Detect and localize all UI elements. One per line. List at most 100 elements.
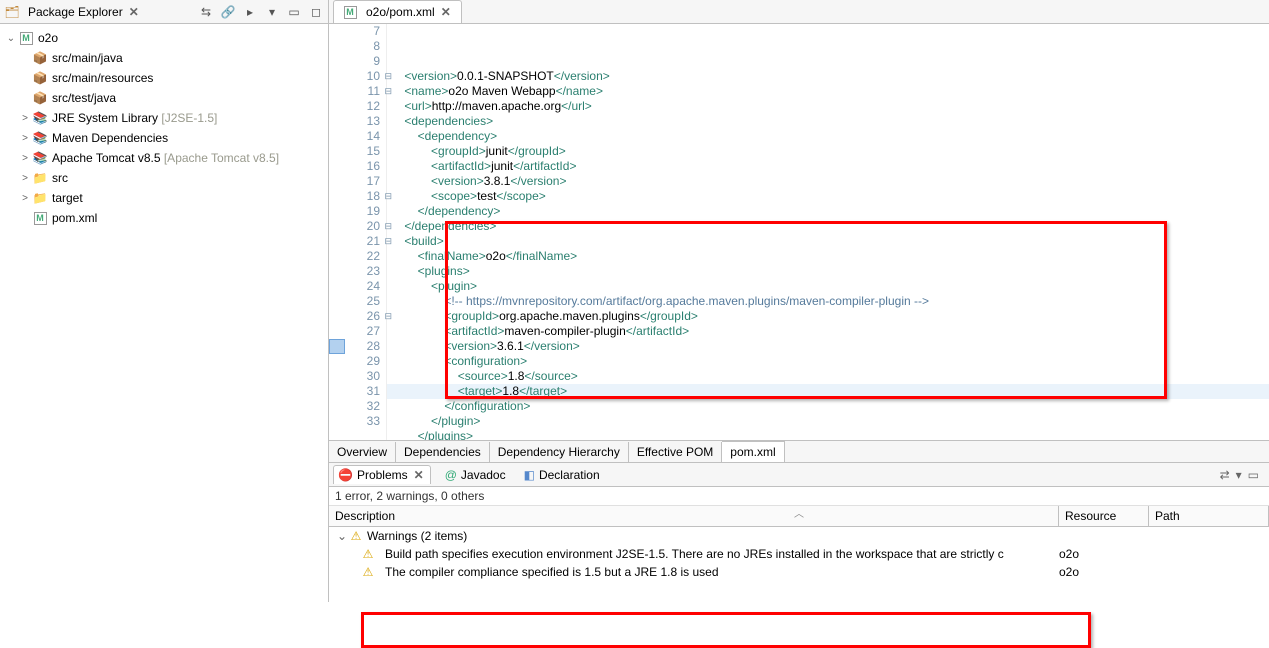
- tree-item[interactable]: 📦src/main/java: [0, 48, 328, 68]
- twisty-icon[interactable]: ⌄: [4, 33, 18, 44]
- tree-item[interactable]: >📁target: [0, 188, 328, 208]
- view-menu-icon[interactable]: ▾: [1236, 468, 1242, 482]
- twisty-icon[interactable]: >: [18, 193, 32, 204]
- project-icon: M: [18, 30, 34, 46]
- tree-item-label: src: [52, 171, 68, 185]
- filter-icon[interactable]: ⇄: [1220, 468, 1230, 482]
- warning-icon: ⚠: [361, 547, 375, 561]
- tree-item[interactable]: >📚Apache Tomcat v8.5 [Apache Tomcat v8.5…: [0, 148, 328, 168]
- warning-icon: ⚠: [361, 565, 375, 579]
- highlight-annotation: [361, 612, 1091, 648]
- problems-rows: ⌄ ⚠ Warnings (2 items) ⚠ Build path speci…: [329, 527, 1269, 581]
- jar-icon: 📚: [32, 150, 48, 166]
- code-line[interactable]: <groupId>org.apache.maven.plugins</group…: [387, 309, 1269, 324]
- twisty-icon[interactable]: >: [18, 173, 32, 184]
- code-line[interactable]: <target>1.8</target>: [387, 384, 1269, 399]
- tree-item[interactable]: Mpom.xml: [0, 208, 328, 228]
- problems-group-row[interactable]: ⌄ ⚠ Warnings (2 items): [329, 527, 1269, 545]
- javadoc-icon: @: [445, 468, 457, 482]
- twisty-icon[interactable]: >: [18, 153, 32, 164]
- jar-icon: 📚: [32, 130, 48, 146]
- pkg-icon: 📦: [32, 90, 48, 106]
- problem-row[interactable]: ⚠The compiler compliance specified is 1.…: [329, 563, 1269, 581]
- code-line[interactable]: </plugin>: [387, 414, 1269, 429]
- close-icon[interactable]: ✕: [127, 5, 141, 19]
- problems-group-label: Warnings (2 items): [367, 529, 467, 543]
- twisty-icon[interactable]: >: [18, 133, 32, 144]
- focus-icon[interactable]: ▸: [242, 4, 258, 20]
- editor-bottom-tab[interactable]: Overview: [329, 442, 396, 462]
- code-line[interactable]: <groupId>junit</groupId>: [387, 144, 1269, 159]
- editor-bottom-tab[interactable]: Dependencies: [396, 442, 490, 462]
- m-icon: M: [32, 210, 48, 226]
- code-line[interactable]: </configuration>: [387, 399, 1269, 414]
- package-explorer-tree[interactable]: ⌄ M o2o 📦src/main/java📦src/main/resource…: [0, 24, 328, 602]
- close-icon[interactable]: ✕: [439, 5, 453, 19]
- code-line[interactable]: <plugins>: [387, 264, 1269, 279]
- problem-resource: o2o: [1053, 565, 1143, 579]
- editor-bottom-tab[interactable]: Dependency Hierarchy: [490, 442, 629, 462]
- code-content[interactable]: <version>0.0.1-SNAPSHOT</version> <name>…: [387, 24, 1269, 440]
- sort-indicator-icon: ︿: [794, 505, 804, 520]
- folder-icon: 📁: [32, 190, 48, 206]
- code-line[interactable]: <finalName>o2o</finalName>: [387, 249, 1269, 264]
- editor-bottom-tabs: OverviewDependenciesDependency Hierarchy…: [329, 440, 1269, 462]
- folder-icon: 📁: [32, 170, 48, 186]
- code-line[interactable]: </dependencies>: [387, 219, 1269, 234]
- code-line[interactable]: <dependencies>: [387, 114, 1269, 129]
- collapse-all-icon[interactable]: ⇆: [198, 4, 214, 20]
- code-line[interactable]: <source>1.8</source>: [387, 369, 1269, 384]
- twisty-icon[interactable]: ⌄: [335, 529, 349, 543]
- tree-item-label: Maven Dependencies: [52, 131, 168, 145]
- view-menu-icon[interactable]: ▾: [264, 4, 280, 20]
- tab-javadoc-label: Javadoc: [461, 468, 506, 482]
- editor-tab-title: o2o/pom.xml: [366, 5, 435, 19]
- code-line[interactable]: <dependency>: [387, 129, 1269, 144]
- close-icon[interactable]: ✕: [412, 468, 426, 482]
- file-icon: M: [342, 4, 358, 20]
- code-line[interactable]: <url>http://maven.apache.org</url>: [387, 99, 1269, 114]
- tree-item[interactable]: >📚JRE System Library [J2SE-1.5]: [0, 108, 328, 128]
- code-line[interactable]: <artifactId>maven-compiler-plugin</artif…: [387, 324, 1269, 339]
- code-line[interactable]: </plugins>: [387, 429, 1269, 440]
- problem-description: Build path specifies execution environme…: [379, 547, 1053, 561]
- problem-row[interactable]: ⚠ Build path specifies execution environm…: [329, 545, 1269, 563]
- tab-declaration-label: Declaration: [539, 468, 600, 482]
- code-line[interactable]: <version>0.0.1-SNAPSHOT</version>: [387, 69, 1269, 84]
- tab-javadoc[interactable]: @ Javadoc: [441, 466, 510, 484]
- tree-item[interactable]: 📦 src/test/java: [0, 88, 328, 108]
- minimize-icon[interactable]: ▭: [286, 4, 302, 20]
- code-line[interactable]: <artifactId>junit</artifactId>: [387, 159, 1269, 174]
- code-line[interactable]: <scope>test</scope>: [387, 189, 1269, 204]
- code-line[interactable]: <version>3.8.1</version>: [387, 174, 1269, 189]
- tree-project-row[interactable]: ⌄ M o2o: [0, 28, 328, 48]
- editor-area[interactable]: 7891011121314151617181920212223242526272…: [329, 24, 1269, 440]
- column-description[interactable]: Description: [329, 506, 1059, 526]
- code-line[interactable]: <!-- https://mvnrepository.com/artifact/…: [387, 294, 1269, 309]
- code-line[interactable]: <plugin>: [387, 279, 1269, 294]
- tab-problems[interactable]: ⛔ Problems ✕: [333, 465, 431, 484]
- code-line[interactable]: <version>3.6.1</version>: [387, 339, 1269, 354]
- link-editor-icon[interactable]: 🔗: [220, 4, 236, 20]
- tree-item[interactable]: 📦src/main/resources: [0, 68, 328, 88]
- maximize-icon[interactable]: ◻: [308, 4, 324, 20]
- tree-item-label: src/test/java: [52, 91, 116, 105]
- editor-bottom-tab[interactable]: pom.xml: [722, 441, 784, 462]
- package-explorer-header: 🗂 Package Explorer ✕ ⇆ 🔗 ▸ ▾ ▭ ◻: [0, 0, 328, 24]
- tree-item[interactable]: >📚 Maven Dependencies: [0, 128, 328, 148]
- code-line[interactable]: <name>o2o Maven Webapp</name>: [387, 84, 1269, 99]
- tree-project-label: o2o: [38, 31, 58, 45]
- code-line[interactable]: <build>: [387, 234, 1269, 249]
- minimize-icon[interactable]: ▭: [1248, 468, 1259, 482]
- column-resource[interactable]: Resource: [1059, 506, 1149, 526]
- editor-bottom-tab[interactable]: Effective POM: [629, 442, 722, 462]
- main-panel: M o2o/pom.xml ✕ 789101112131415161718192…: [329, 0, 1269, 602]
- code-line[interactable]: <configuration>: [387, 354, 1269, 369]
- code-line[interactable]: </dependency>: [387, 204, 1269, 219]
- twisty-icon[interactable]: >: [18, 113, 32, 124]
- editor-tab[interactable]: M o2o/pom.xml ✕: [333, 0, 462, 23]
- column-path[interactable]: Path: [1149, 506, 1269, 526]
- tab-declaration[interactable]: ◧ Declaration: [520, 466, 604, 484]
- tree-item[interactable]: >📁 src: [0, 168, 328, 188]
- pkg-icon: 📦: [32, 50, 48, 66]
